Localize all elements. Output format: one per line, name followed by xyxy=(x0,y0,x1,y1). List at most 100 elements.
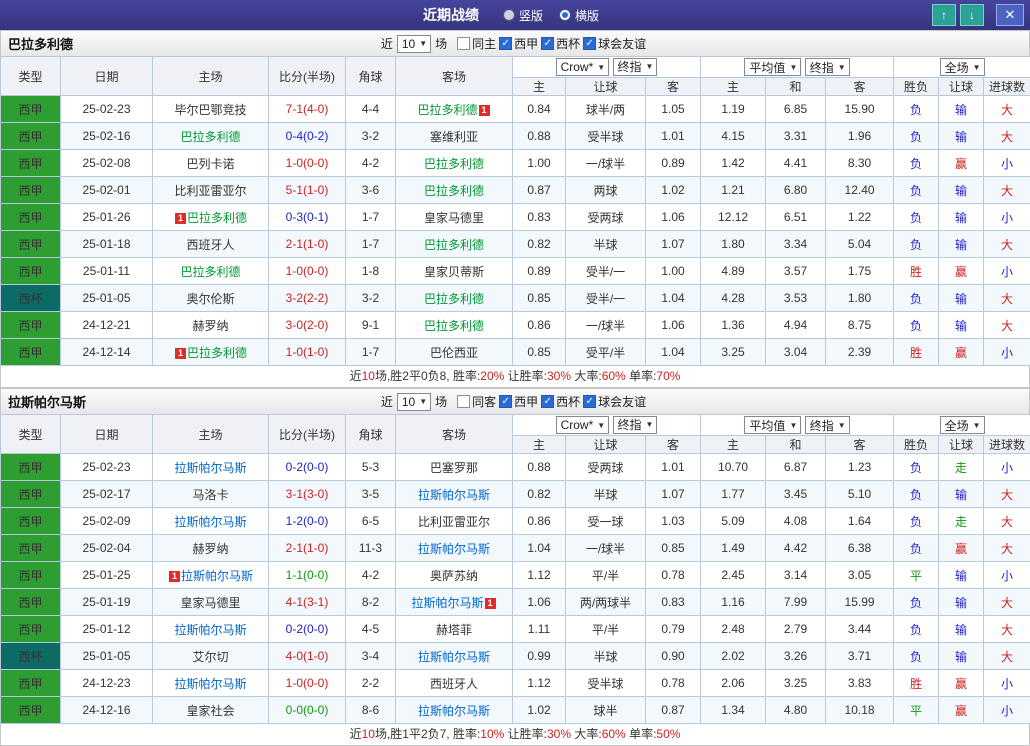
odds-line-cell: 受两球 xyxy=(566,204,646,231)
col-goals: 进球数 xyxy=(984,436,1030,454)
filter-checkbox-item[interactable]: 同主 xyxy=(457,35,496,52)
score-cell: 0-0(0-0) xyxy=(269,697,346,724)
match-row: 西甲25-01-261巴拉多利德0-3(0-1)1-7皇家马德里0.83受两球1… xyxy=(1,204,1030,231)
match-row: 西甲25-01-12拉斯帕尔马斯0-2(0-0)4-5赫塔菲1.11平/半0.7… xyxy=(1,616,1030,643)
result-cell: 胜 xyxy=(894,258,939,285)
summary-segment: 让胜率: xyxy=(504,369,547,383)
odds-final-select[interactable]: 终指▼ xyxy=(613,416,658,434)
corner-cell: 1-8 xyxy=(346,258,396,285)
goals-result-cell: 小 xyxy=(984,562,1030,589)
filter-checkbox-item[interactable]: ✓西杯 xyxy=(541,35,580,52)
bookmaker-select-value: Crow* xyxy=(561,418,594,432)
close-icon: ✕ xyxy=(1005,7,1016,23)
radio-icon[interactable] xyxy=(503,9,515,21)
avg-final-select[interactable]: 终指▼ xyxy=(805,58,850,76)
avg-away-cell: 5.10 xyxy=(826,481,894,508)
scope-select[interactable]: 全场▼ xyxy=(940,58,985,76)
checkbox-icon[interactable]: ✓ xyxy=(583,395,596,408)
handicap-result-cell: 赢 xyxy=(939,697,984,724)
filter-checkbox-item[interactable]: ✓球会友谊 xyxy=(583,35,646,52)
summary-segment: 场,胜2平0负8, 胜率: xyxy=(375,369,480,383)
filter-checkbox-item[interactable]: ✓西杯 xyxy=(541,393,580,410)
goals-result-cell: 小 xyxy=(984,339,1030,366)
avg-draw-cell: 3.26 xyxy=(766,643,826,670)
corner-cell: 4-2 xyxy=(346,562,396,589)
col-corner: 角球 xyxy=(346,415,396,454)
scope-select-value: 全场 xyxy=(945,59,969,76)
scroll-up-button[interactable]: ↑ xyxy=(932,4,956,26)
team-section-valladolid: 巴拉多利德 近 10▼ 场 同主✓西甲✓西杯✓球会友谊 类型 日期 主场 比分(… xyxy=(0,30,1030,388)
scroll-down-button[interactable]: ↓ xyxy=(960,4,984,26)
team-badge: 1 xyxy=(175,213,186,224)
home-team-cell: 拉斯帕尔马斯 xyxy=(153,454,269,481)
average-select[interactable]: 平均值▼ xyxy=(744,416,801,434)
filter-checkbox-item[interactable]: ✓西甲 xyxy=(499,393,538,410)
result-cell: 负 xyxy=(894,177,939,204)
bookmaker-select[interactable]: Crow*▼ xyxy=(556,58,610,76)
chevron-down-icon: ▼ xyxy=(789,421,797,430)
match-row: 西杯25-01-05艾尔切4-0(1-0)3-4拉斯帕尔马斯0.99半球0.90… xyxy=(1,643,1030,670)
away-team-cell: 比利亚雷亚尔 xyxy=(396,508,513,535)
team-name: 巴拉多利德 xyxy=(424,292,484,306)
avg-home-cell: 2.45 xyxy=(701,562,766,589)
filter-checkbox-item[interactable]: 同客 xyxy=(457,393,496,410)
team-name: 拉斯帕尔马斯 xyxy=(411,596,483,610)
checkbox-icon[interactable]: ✓ xyxy=(499,395,512,408)
score-cell: 5-1(1-0) xyxy=(269,177,346,204)
home-team-cell: 拉斯帕尔马斯 xyxy=(153,616,269,643)
filter-suffix-label: 场 xyxy=(435,35,447,52)
col-odds-home: 主 xyxy=(513,436,566,454)
league-cell: 西杯 xyxy=(1,285,61,312)
avg-home-cell: 4.15 xyxy=(701,123,766,150)
match-row: 西甲25-01-251拉斯帕尔马斯1-1(0-0)4-2奥萨苏纳1.12平/半0… xyxy=(1,562,1030,589)
league-cell: 西甲 xyxy=(1,96,61,123)
odds-away-cell: 1.07 xyxy=(646,481,701,508)
checkbox-icon[interactable]: ✓ xyxy=(541,395,554,408)
down-arrow-icon: ↓ xyxy=(969,8,975,22)
team-name: 巴伦西亚 xyxy=(430,346,478,360)
corner-cell: 3-5 xyxy=(346,481,396,508)
result-cell: 负 xyxy=(894,285,939,312)
team-badge: 1 xyxy=(169,571,180,582)
scope-select[interactable]: 全场▼ xyxy=(940,416,985,434)
view-option-vertical[interactable]: 竖版 xyxy=(503,7,543,24)
avg-draw-cell: 6.80 xyxy=(766,177,826,204)
checkbox-icon[interactable]: ✓ xyxy=(583,37,596,50)
team-name: 皇家马德里 xyxy=(424,211,484,225)
match-count-select[interactable]: 10▼ xyxy=(397,35,431,53)
summary-segment: 30% xyxy=(547,369,571,383)
col-corner: 角球 xyxy=(346,57,396,96)
average-select[interactable]: 平均值▼ xyxy=(744,58,801,76)
date-cell: 25-02-01 xyxy=(61,177,153,204)
filter-checkbox-item[interactable]: ✓西甲 xyxy=(499,35,538,52)
checkbox-icon[interactable] xyxy=(457,37,470,50)
team-name: 拉斯帕尔马斯 xyxy=(418,650,490,664)
odds-line-cell: 球半 xyxy=(566,697,646,724)
match-row: 西甲25-02-09拉斯帕尔马斯1-2(0-0)6-5比利亚雷亚尔0.86受一球… xyxy=(1,508,1030,535)
bookmaker-select[interactable]: Crow*▼ xyxy=(556,416,610,434)
team-name: 拉斯帕尔马斯 xyxy=(181,569,253,583)
team-name: 拉斯帕尔马斯 xyxy=(418,542,490,556)
checkbox-icon[interactable]: ✓ xyxy=(541,37,554,50)
checkbox-icon[interactable]: ✓ xyxy=(499,37,512,50)
filter-checkbox-item[interactable]: ✓球会友谊 xyxy=(583,393,646,410)
chevron-down-icon: ▼ xyxy=(646,420,654,429)
match-row: 西甲24-12-141巴拉多利德1-0(1-0)1-7巴伦西亚0.85受平/半1… xyxy=(1,339,1030,366)
avg-final-select[interactable]: 终指▼ xyxy=(805,416,850,434)
window-title: 近期战绩 xyxy=(423,5,479,25)
summary-segment: 10% xyxy=(480,727,504,741)
match-count-select[interactable]: 10▼ xyxy=(397,393,431,411)
odds-away-cell: 0.90 xyxy=(646,643,701,670)
away-team-cell: 塞维利亚 xyxy=(396,123,513,150)
chevron-down-icon: ▼ xyxy=(597,63,605,72)
radio-icon[interactable] xyxy=(559,9,571,21)
league-cell: 西甲 xyxy=(1,177,61,204)
checkbox-icon[interactable] xyxy=(457,395,470,408)
odds-line-cell: 两球 xyxy=(566,177,646,204)
view-option-horizontal[interactable]: 横版 xyxy=(559,7,599,24)
score-cell: 3-1(3-0) xyxy=(269,481,346,508)
odds-final-select[interactable]: 终指▼ xyxy=(613,58,658,76)
team-name: 巴拉多利德 xyxy=(424,184,484,198)
avg-home-cell: 1.80 xyxy=(701,231,766,258)
close-button[interactable]: ✕ xyxy=(996,4,1024,26)
